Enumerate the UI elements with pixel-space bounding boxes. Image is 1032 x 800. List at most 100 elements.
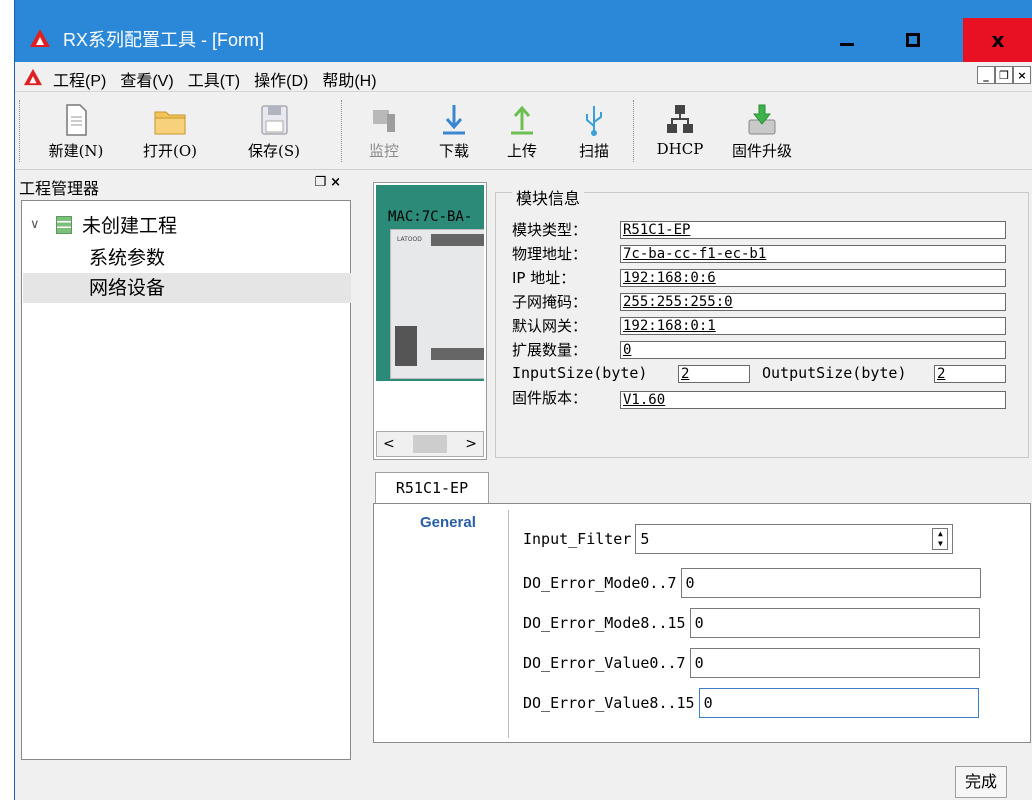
module-info-legend: 模块信息 [512,185,585,209]
section-general[interactable]: General [420,514,476,531]
do-mode-8-15-label: DO_Error_Mode8..15 [523,614,686,632]
firmware-version-value: V1.60 [620,391,1006,409]
monitor-button[interactable]: 监控 [349,102,419,168]
main-window: RX系列配置工具 - [Form] x 工程(P) 查看(V) 工具(T) 操作… [14,0,1032,800]
scroll-thumb[interactable] [413,435,447,453]
maximize-icon [906,33,920,47]
scroll-left-icon[interactable]: < [383,436,395,452]
done-button[interactable]: 完成 [955,766,1007,798]
tree-root-label: 未创建工程 [82,215,178,237]
param-input-filter: Input_Filter 5 ▲ ▼ [523,524,954,554]
toolbar-grip[interactable] [633,100,635,162]
tree-item-system-params[interactable]: 系统参数 [23,243,351,273]
save-label: 保存(S) [248,142,300,160]
input-filter-spinner[interactable]: 5 ▲ ▼ [635,524,954,554]
menu-project[interactable]: 工程(P) [53,67,106,91]
new-label: 新建(N) [48,142,104,160]
usb-icon [586,106,602,136]
output-size-value: 2 [934,365,1006,383]
tree-item-network-devices[interactable]: 网络设备 [23,273,351,303]
parameter-panel: Input_Filter 5 ▲ ▼ DO_Error_Mode0..7 0 DO… [508,510,1028,738]
new-file-icon [66,104,87,136]
dhcp-button[interactable]: DHCP [645,102,715,168]
param-do-error-value-0-7: DO_Error_Value0..7 0 [523,648,980,678]
folder-icon [154,111,186,135]
toolbar-grip[interactable] [19,100,21,162]
open-button[interactable]: 打开(O) [135,102,205,168]
window-title: RX系列配置工具 - [Form] [63,30,264,50]
mask-label: 子网掩码： [512,293,588,311]
download-button[interactable]: 下载 [419,102,489,168]
tab-page: General Input_Filter 5 ▲ ▼ DO_Error_Mode0… [373,503,1031,743]
module-image-panel: MAC:7C-BA- LATOOD < > [373,182,487,460]
maximize-button[interactable] [881,18,945,62]
project-manager-title: 工程管理器 [19,179,100,198]
upload-arrow-icon [511,105,533,135]
gateway-value: 192:168:0:1 [620,317,1006,335]
gateway-label: 默认网关： [512,317,588,335]
terminal-block [431,234,484,246]
do-mode-0-7-input[interactable]: 0 [680,568,981,598]
new-button[interactable]: 新建(N) [41,102,111,168]
menu-help[interactable]: 帮助(H) [322,67,376,91]
mdi-close-button[interactable]: × [1013,66,1031,84]
mac-label: MAC:7C-BA- [388,209,473,225]
tab-r51c1-ep[interactable]: R51C1-EP [375,472,489,504]
do-mode-8-15-input[interactable]: 0 [689,608,980,638]
download-arrow-icon [443,105,465,135]
title-bar[interactable]: RX系列配置工具 - [Form] x [15,0,1032,62]
close-button[interactable]: x [963,18,1032,62]
do-mode-0-7-label: DO_Error_Mode0..7 [523,574,677,592]
input-size-label: InputSize(byte) [512,364,648,382]
mdi-minimize-button[interactable]: _ [977,66,995,84]
dhcp-label: DHCP [656,140,704,158]
save-button[interactable]: 保存(S) [239,102,309,168]
firmware-upgrade-button[interactable]: 固件升级 [727,102,797,168]
download-label: 下载 [438,142,469,160]
input-filter-value: 5 [640,530,650,548]
toolbar: 新建(N) 打开(O) 保存(S) 监控 下载 上传 扫描 DHCP 固件升级 [15,92,1032,170]
do-value-8-15-label: DO_Error_Value8..15 [523,694,695,712]
save-disk-icon [261,105,288,135]
terminal-block [431,348,484,360]
toolbar-grip[interactable] [341,100,343,162]
type-value: R51C1-EP [620,221,1006,239]
param-do-error-mode-0-7: DO_Error_Mode0..7 0 [523,568,981,598]
mask-value: 255:255:255:0 [620,293,1006,311]
param-do-error-mode-8-15: DO_Error_Mode8..15 0 [523,608,980,638]
ip-label: IP 地址： [512,269,576,287]
scan-button[interactable]: 扫描 [559,102,629,168]
device-brand: LATOOD [397,236,422,243]
ext-count-label: 扩展数量： [512,341,588,359]
do-value-0-7-label: DO_Error_Value0..7 [523,654,686,672]
upload-label: 上传 [506,142,537,160]
device-image: LATOOD [390,229,484,379]
menu-view[interactable]: 查看(V) [120,67,173,91]
spinner-arrows-icon[interactable]: ▲ ▼ [932,528,949,550]
document-logo-icon [24,68,42,86]
do-value-0-7-input[interactable]: 0 [689,648,980,678]
tree-root-node[interactable]: ∨ 未创建工程 [30,211,177,238]
do-value-8-15-input[interactable]: 0 [698,688,979,718]
module-picture: MAC:7C-BA- LATOOD [376,185,484,381]
minimize-icon [840,43,854,46]
close-icon: x [991,28,1005,52]
scroll-right-icon[interactable]: > [465,436,477,452]
scan-label: 扫描 [578,142,609,160]
network-icon [667,105,693,133]
project-tree[interactable]: ∨ 未创建工程 系统参数 网络设备 [21,200,351,760]
firmware-upgrade-icon [748,104,776,135]
menu-operation[interactable]: 操作(D) [254,67,308,91]
menu-tools[interactable]: 工具(T) [188,67,240,91]
mdi-restore-button[interactable]: ❐ [995,66,1013,84]
phys-addr-value: 7c-ba-cc-f1-ec-b1 [620,245,1006,263]
panel-controls[interactable]: ❐× [314,175,345,190]
module-scrollbar[interactable]: < > [376,431,484,457]
minimize-button[interactable] [815,18,879,62]
firmware-version-label: 固件版本： [512,389,588,407]
ethernet-ports [395,326,417,366]
chevron-down-icon[interactable]: ∨ [30,217,46,232]
input-size-value: 2 [678,365,750,383]
phys-addr-label: 物理地址： [512,245,588,263]
upload-button[interactable]: 上传 [487,102,557,168]
